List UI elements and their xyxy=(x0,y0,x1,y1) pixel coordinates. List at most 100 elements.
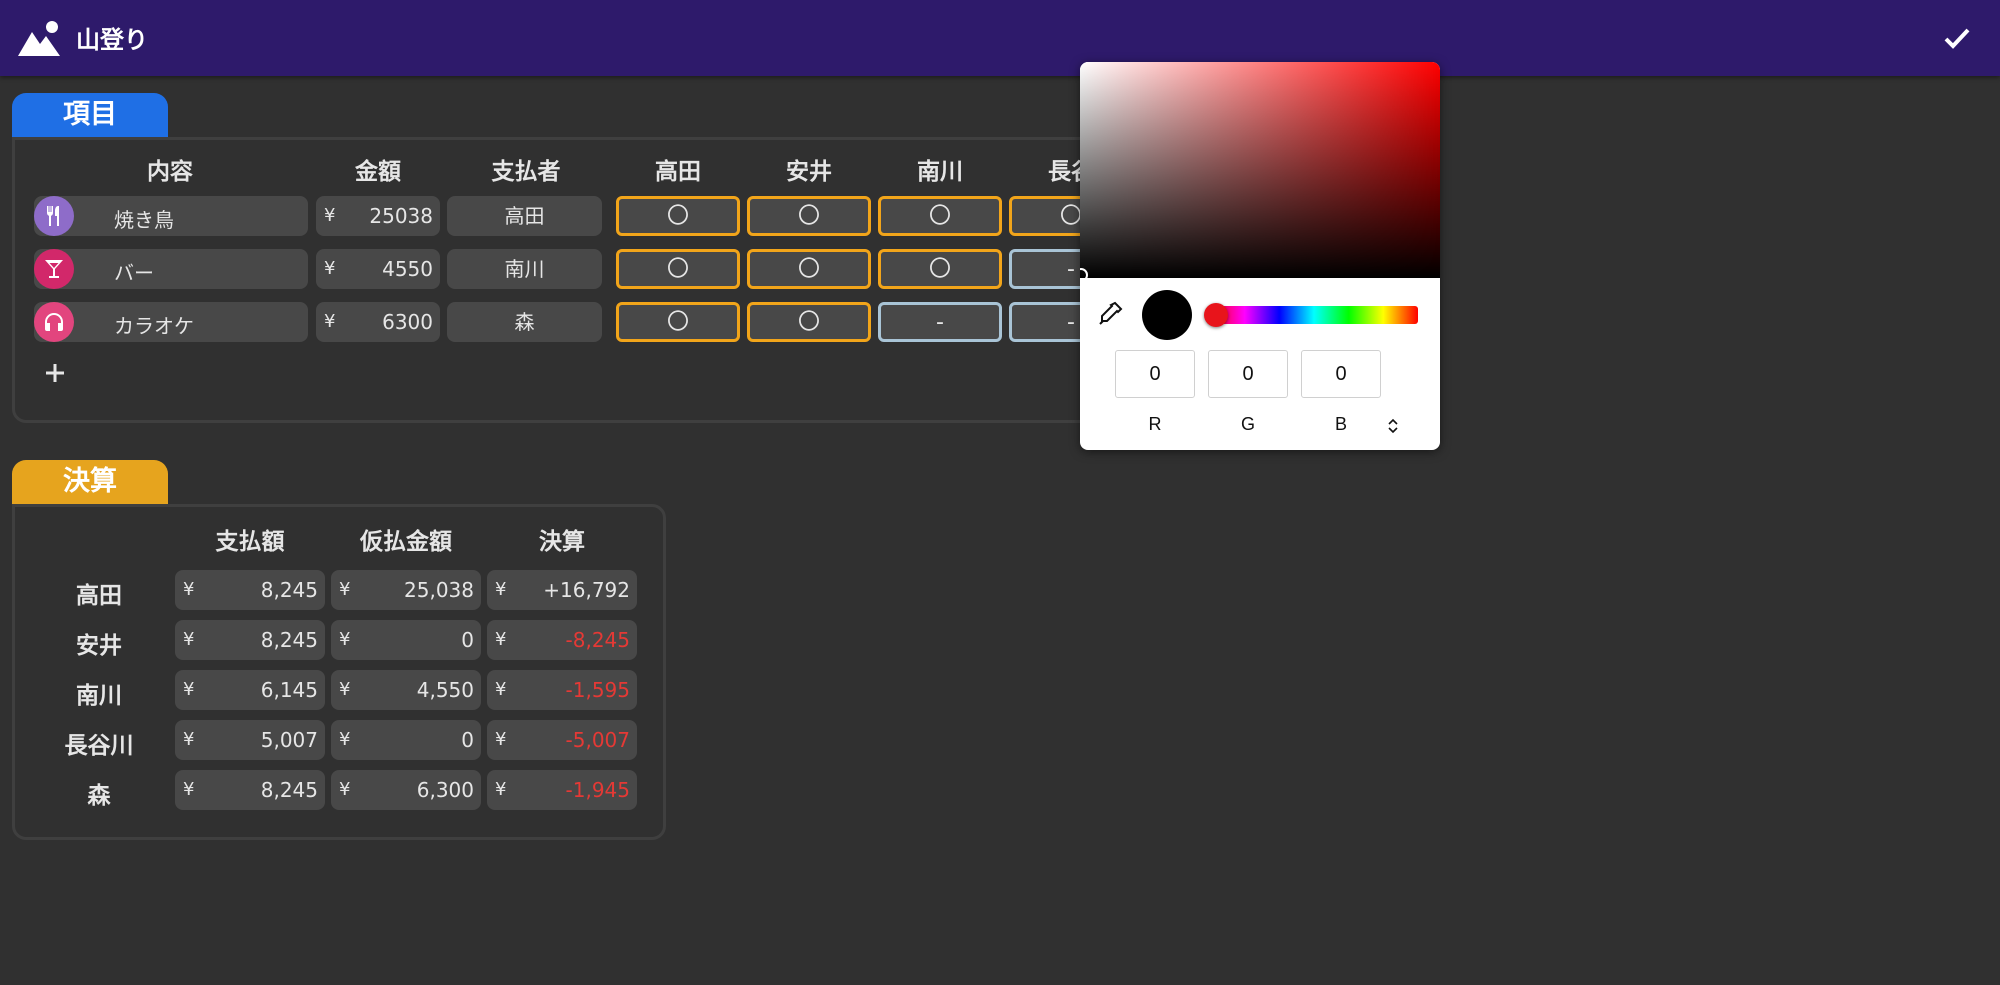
header-participant: 安井 xyxy=(786,159,832,185)
currency-symbol: ¥ xyxy=(324,311,336,332)
advance-value: 0 xyxy=(461,628,474,652)
currency-symbol: ¥ xyxy=(183,729,195,750)
header-participant: 高田 xyxy=(655,159,701,185)
currency-symbol: ¥ xyxy=(183,779,195,800)
person-name: 南川 xyxy=(76,683,122,709)
currency-symbol: ¥ xyxy=(339,579,351,600)
paid-amount: ¥8,245 xyxy=(175,770,325,810)
color-picker: 0 0 0 R G B xyxy=(1080,62,1440,450)
participation-toggle[interactable]: 〇 xyxy=(878,196,1002,236)
red-input[interactable]: 0 xyxy=(1115,350,1195,398)
person-name: 安井 xyxy=(76,633,122,659)
amount-value: 25038 xyxy=(369,204,433,228)
color-swatch xyxy=(1142,290,1192,340)
settle-value: -1,595 xyxy=(565,678,630,702)
add-item-button[interactable] xyxy=(40,358,70,388)
item-name-field[interactable]: カラオケ xyxy=(34,302,308,342)
currency-symbol: ¥ xyxy=(339,679,351,700)
currency-symbol: ¥ xyxy=(495,579,507,600)
paid-value: 6,145 xyxy=(260,678,318,702)
participation-toggle[interactable]: - xyxy=(878,302,1002,342)
currency-symbol: ¥ xyxy=(495,779,507,800)
header-content: 内容 xyxy=(147,159,193,185)
advance-amount: ¥0 xyxy=(331,720,481,760)
red-label: R xyxy=(1148,414,1162,434)
hue-slider[interactable] xyxy=(1210,306,1418,324)
items-tab[interactable]: 項目 xyxy=(12,93,168,139)
currency-symbol: ¥ xyxy=(324,205,336,226)
paid-value: 8,245 xyxy=(260,628,318,652)
advance-amount: ¥25,038 xyxy=(331,570,481,610)
advance-amount: ¥4,550 xyxy=(331,670,481,710)
currency-symbol: ¥ xyxy=(324,258,336,279)
paid-value: 8,245 xyxy=(260,778,318,802)
payer-select[interactable]: 南川 xyxy=(447,249,602,289)
participation-toggle[interactable]: 〇 xyxy=(747,249,871,289)
amount-field[interactable]: ¥25038 xyxy=(316,196,440,236)
item-name: 焼き鳥 xyxy=(114,208,174,232)
item-name-field[interactable]: 焼き鳥 xyxy=(34,196,308,236)
amount-value: 4550 xyxy=(382,257,433,281)
saturation-handle[interactable] xyxy=(1080,268,1088,282)
settle-amount: ¥ -5,007 xyxy=(487,720,637,760)
payer-select[interactable]: 高田 xyxy=(447,196,602,236)
participation-toggle[interactable]: 〇 xyxy=(747,302,871,342)
item-icon-button[interactable] xyxy=(34,196,74,236)
participation-toggle[interactable]: 〇 xyxy=(616,249,740,289)
eyedropper-icon[interactable] xyxy=(1096,300,1124,328)
settle-amount: ¥ -1,945 xyxy=(487,770,637,810)
blue-label: B xyxy=(1334,414,1347,434)
advance-value: 6,300 xyxy=(416,778,474,802)
currency-symbol: ¥ xyxy=(339,729,351,750)
mountain-icon xyxy=(18,21,60,56)
green-label: G xyxy=(1240,414,1255,434)
participation-toggle[interactable]: 〇 xyxy=(616,302,740,342)
amount-value: 6300 xyxy=(382,310,433,334)
settle-value: -5,007 xyxy=(565,728,630,752)
app-bar: 山登り xyxy=(0,0,2000,76)
currency-symbol: ¥ xyxy=(339,629,351,650)
currency-symbol: ¥ xyxy=(495,729,507,750)
settle-value: -1,945 xyxy=(565,778,630,802)
paid-amount: ¥8,245 xyxy=(175,570,325,610)
header-payer: 支払者 xyxy=(491,159,561,185)
item-name-field[interactable]: バー xyxy=(34,249,308,289)
currency-symbol: ¥ xyxy=(495,679,507,700)
person-name: 森 xyxy=(87,783,111,809)
header-amount: 金額 xyxy=(355,159,401,185)
saturation-area[interactable] xyxy=(1080,62,1440,278)
advance-amount: ¥0 xyxy=(331,620,481,660)
participation-toggle[interactable]: 〇 xyxy=(878,249,1002,289)
item-icon-button[interactable] xyxy=(34,249,74,289)
amount-field[interactable]: ¥6300 xyxy=(316,302,440,342)
item-icon-button[interactable] xyxy=(34,302,74,342)
paid-value: 8,245 xyxy=(260,578,318,602)
settle-value: -8,245 xyxy=(565,628,630,652)
item-name: カラオケ xyxy=(114,314,194,338)
payer-select[interactable]: 森 xyxy=(447,302,602,342)
settle-value: +16,792 xyxy=(543,578,630,602)
paid-amount: ¥6,145 xyxy=(175,670,325,710)
participation-toggle[interactable]: 〇 xyxy=(747,196,871,236)
chevron-updown-icon[interactable] xyxy=(1385,416,1401,436)
check-icon[interactable] xyxy=(1942,24,1972,52)
paid-amount: ¥5,007 xyxy=(175,720,325,760)
green-input[interactable]: 0 xyxy=(1208,350,1288,398)
person-name: 長谷川 xyxy=(64,733,134,759)
amount-field[interactable]: ¥4550 xyxy=(316,249,440,289)
settlement-tab[interactable]: 決算 xyxy=(12,460,168,506)
paid-amount: ¥8,245 xyxy=(175,620,325,660)
header-advance: 仮払金額 xyxy=(360,529,452,555)
app-title: 山登り xyxy=(76,26,148,54)
header-paid: 支払額 xyxy=(215,529,285,555)
person-name: 高田 xyxy=(76,583,122,609)
advance-value: 4,550 xyxy=(416,678,474,702)
headphones-icon xyxy=(45,313,63,331)
advance-value: 0 xyxy=(461,728,474,752)
settle-amount: ¥ -8,245 xyxy=(487,620,637,660)
blue-input[interactable]: 0 xyxy=(1301,350,1381,398)
participation-toggle[interactable]: 〇 xyxy=(616,196,740,236)
header-settle: 決算 xyxy=(539,529,585,555)
settle-amount: ¥ +16,792 xyxy=(487,570,637,610)
hue-slider-handle[interactable] xyxy=(1204,303,1228,327)
